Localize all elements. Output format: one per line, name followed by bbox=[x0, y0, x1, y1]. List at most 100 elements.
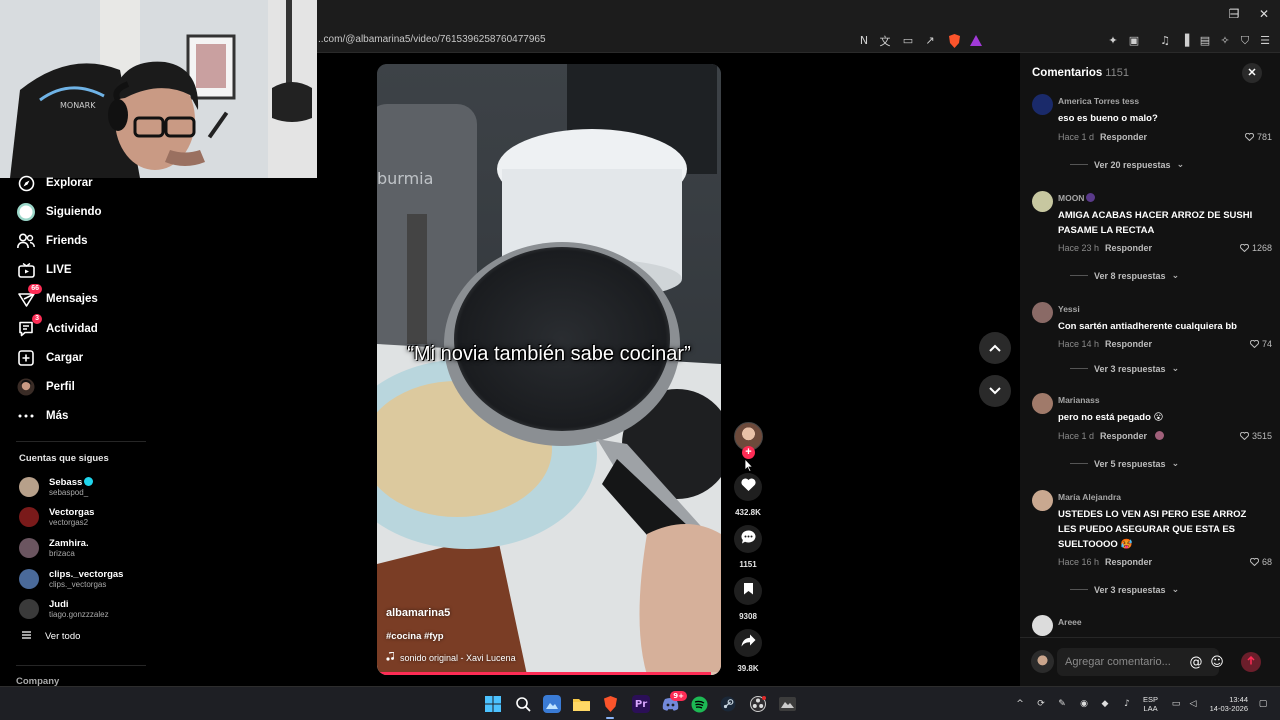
comment-like-button[interactable]: 68 bbox=[1249, 557, 1272, 567]
media-icon[interactable]: ♫ bbox=[1157, 33, 1173, 48]
comment-username[interactable]: Areee bbox=[1058, 617, 1082, 627]
video-sound[interactable]: sonido original - Xavi Lucena bbox=[386, 651, 516, 663]
video-hashtags[interactable]: #cocina #fyp bbox=[386, 631, 444, 642]
reply-button[interactable]: Responder bbox=[1100, 431, 1147, 441]
following-account[interactable]: Judi tiago.gonzzzalez bbox=[19, 596, 109, 622]
following-account[interactable]: Zamhira. brizaca bbox=[19, 535, 89, 561]
spotify-icon[interactable] bbox=[690, 695, 708, 713]
windows-start-icon[interactable] bbox=[484, 695, 502, 713]
microphone-icon[interactable]: ♪ bbox=[1120, 697, 1134, 711]
maximize-button[interactable]: ❐ bbox=[1221, 4, 1247, 24]
follow-button[interactable]: + bbox=[742, 446, 755, 459]
avatar[interactable] bbox=[1032, 191, 1053, 212]
view-replies-button[interactable]: Ver 3 respuestas ⌄ bbox=[1070, 584, 1179, 595]
sidebar-item-actividad[interactable]: 3 Actividad bbox=[16, 314, 98, 341]
search-icon[interactable] bbox=[514, 695, 532, 713]
following-account[interactable]: clips._vectorgas clips._vectorgas bbox=[19, 566, 123, 592]
comment-username[interactable]: Marianass bbox=[1058, 395, 1100, 405]
chevron-up-icon[interactable]: ^ bbox=[1013, 697, 1027, 711]
avatar[interactable] bbox=[1032, 94, 1053, 115]
brave-shield-icon[interactable] bbox=[946, 33, 962, 48]
vpn-icon[interactable]: ⛉ bbox=[1237, 33, 1253, 48]
share-arrow-icon bbox=[741, 634, 756, 652]
close-window-button[interactable]: ✕ bbox=[1251, 4, 1277, 24]
screenshot-icon[interactable]: ▣ bbox=[1126, 33, 1142, 48]
sync-icon[interactable]: ⟳ bbox=[1034, 697, 1048, 711]
sidebar-item-mas[interactable]: Más bbox=[16, 404, 68, 428]
see-all-link[interactable]: Ver todo bbox=[22, 631, 80, 642]
save-button[interactable] bbox=[734, 577, 762, 605]
avatar[interactable] bbox=[1032, 393, 1053, 414]
steam-tray-icon[interactable]: ◆ bbox=[1098, 697, 1112, 711]
comment-item: America Torres tess eso es bueno o malo?… bbox=[1032, 94, 1272, 174]
premiere-pro-icon[interactable]: Pr bbox=[632, 695, 650, 713]
emoji-icon[interactable]: ☺ bbox=[1209, 654, 1225, 670]
steam-icon[interactable] bbox=[719, 695, 737, 713]
comment-like-button[interactable]: 3515 bbox=[1239, 431, 1272, 441]
url-text[interactable]: ..com/@albamarina5/video/761539625876047… bbox=[318, 34, 546, 45]
no-translate-icon[interactable]: N bbox=[856, 33, 872, 48]
like-button[interactable] bbox=[734, 473, 762, 501]
brave-rewards-icon[interactable] bbox=[968, 33, 984, 48]
sidebar-item-mensajes[interactable]: 66 Mensajes bbox=[16, 284, 98, 311]
leo-ai-icon[interactable]: ✧ bbox=[1217, 33, 1233, 48]
reply-button[interactable]: Responder bbox=[1105, 243, 1152, 253]
sidebar-item-live[interactable]: LIVE bbox=[16, 258, 72, 282]
comment-username[interactable]: Yessi bbox=[1058, 304, 1080, 314]
avatar[interactable] bbox=[1032, 615, 1053, 636]
view-replies-button[interactable]: Ver 8 respuestas ⌄ bbox=[1070, 270, 1179, 281]
view-replies-button[interactable]: Ver 5 respuestas ⌄ bbox=[1070, 458, 1179, 469]
view-replies-button[interactable]: Ver 20 respuestas ⌄ bbox=[1070, 159, 1184, 170]
sidebar-item-perfil[interactable]: Perfil bbox=[16, 375, 75, 399]
avatar[interactable] bbox=[1032, 302, 1053, 323]
photos-app-icon[interactable] bbox=[543, 695, 561, 713]
share-button[interactable] bbox=[734, 629, 762, 657]
volume-icon[interactable]: ◁ bbox=[1186, 697, 1200, 711]
extensions-icon[interactable]: ✦ bbox=[1105, 33, 1121, 48]
share-icon[interactable]: ↗ bbox=[922, 33, 938, 48]
comment-like-button[interactable]: 781 bbox=[1244, 132, 1272, 142]
discord-icon[interactable]: 9+ bbox=[661, 691, 687, 713]
menu-icon[interactable]: ☰ bbox=[1257, 33, 1273, 48]
previous-video-button[interactable] bbox=[979, 332, 1011, 364]
view-replies-button[interactable]: Ver 3 respuestas ⌄ bbox=[1070, 363, 1179, 374]
reply-button[interactable]: Responder bbox=[1100, 132, 1147, 142]
obs-icon[interactable] bbox=[749, 695, 767, 713]
reply-button[interactable]: Responder bbox=[1105, 557, 1152, 567]
avatar[interactable] bbox=[1032, 490, 1053, 511]
sidebar-item-friends[interactable]: Friends bbox=[16, 229, 88, 253]
notifications-icon[interactable]: ▢ bbox=[1256, 697, 1270, 711]
pen-icon[interactable]: ✎ bbox=[1055, 697, 1069, 711]
file-explorer-icon[interactable] bbox=[572, 695, 590, 713]
video-author[interactable]: albamarina5 bbox=[386, 607, 450, 619]
next-video-button[interactable] bbox=[979, 375, 1011, 407]
sidebar-toggle-icon[interactable]: ▐ bbox=[1177, 33, 1193, 48]
saves-count: 9308 bbox=[739, 612, 757, 621]
comments-button[interactable] bbox=[734, 525, 762, 553]
close-comments-button[interactable] bbox=[1242, 63, 1262, 83]
wallet-icon[interactable]: ▤ bbox=[1197, 33, 1213, 48]
sidebar-item-cargar[interactable]: Cargar bbox=[16, 346, 83, 370]
brave-browser-icon[interactable] bbox=[601, 695, 619, 713]
comment-username[interactable]: MOON bbox=[1058, 193, 1096, 203]
sidebar-item-explorar[interactable]: Explorar bbox=[16, 171, 93, 195]
sidebar-item-siguiendo[interactable]: Siguiendo bbox=[16, 200, 102, 224]
language-indicator[interactable]: ESP LAA bbox=[1143, 695, 1158, 713]
cast-icon[interactable]: ▭ bbox=[900, 33, 916, 48]
reply-button[interactable]: Responder bbox=[1105, 339, 1152, 349]
video-player[interactable]: burmia “Mi novia también sabe cocinar” a… bbox=[377, 64, 721, 675]
discord-tray-icon[interactable]: ◉ bbox=[1077, 697, 1091, 711]
comment-like-button[interactable]: 1268 bbox=[1239, 243, 1272, 253]
video-progress-bar[interactable] bbox=[377, 672, 721, 675]
comment-username[interactable]: María Alejandra bbox=[1058, 492, 1121, 502]
translate-icon[interactable]: 文 bbox=[877, 33, 893, 48]
comment-username[interactable]: America Torres tess bbox=[1058, 96, 1139, 106]
mention-icon[interactable]: @ bbox=[1188, 654, 1204, 670]
network-icon[interactable]: ▭ bbox=[1169, 697, 1183, 711]
post-comment-button[interactable] bbox=[1241, 652, 1261, 672]
following-account[interactable]: Sebass sebaspod_ bbox=[19, 474, 94, 500]
comment-like-button[interactable]: 74 bbox=[1249, 339, 1272, 349]
system-clock[interactable]: 13:44 14-03-2026 bbox=[1208, 695, 1248, 713]
app-icon[interactable] bbox=[778, 695, 796, 713]
following-account[interactable]: Vectorgas vectorgas2 bbox=[19, 504, 94, 530]
